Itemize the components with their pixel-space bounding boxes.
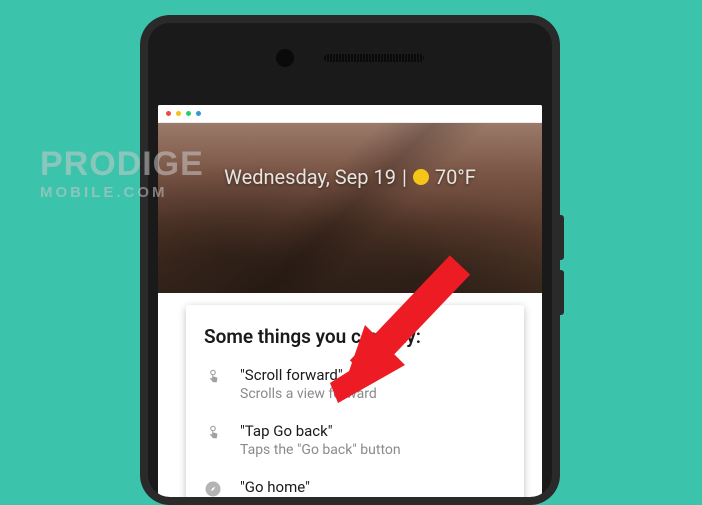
volume-down-button[interactable] (559, 270, 564, 315)
date-weather-widget[interactable]: Wednesday, Sep 19 | 70°F (158, 165, 542, 189)
command-row[interactable]: "Go home"Goes to the home screen (204, 478, 506, 497)
earpiece-speaker (324, 54, 424, 62)
date-text: Wednesday, Sep 19 (224, 165, 396, 189)
phone-screen: Wednesday, Sep 19 | 70°F Some things you… (158, 105, 542, 497)
command-text: "Tap Go back" Taps the "Go back" button (240, 422, 506, 458)
separator: | (402, 165, 407, 189)
command-title: "Go home" (240, 478, 506, 496)
command-text: "Scroll forward" Scrolls a view forward (240, 366, 506, 402)
home-wallpaper: Wednesday, Sep 19 | 70°F (158, 123, 542, 293)
maximize-dot-icon (186, 111, 191, 116)
command-desc: Taps the "Go back" button (240, 442, 506, 458)
command-row[interactable]: "Scroll forward" Scrolls a view forward (204, 366, 506, 402)
phone-top-hardware (148, 23, 552, 93)
tap-icon (204, 368, 222, 386)
minimize-dot-icon (176, 111, 181, 116)
sun-icon (413, 169, 429, 185)
command-desc: Scrolls a view forward (240, 386, 506, 402)
compass-icon (204, 480, 222, 497)
temperature-text: 70°F (435, 165, 476, 189)
card-title: Some things you can say: (204, 325, 506, 348)
voice-suggestions-card: Some things you can say: "Scroll forward… (186, 305, 524, 497)
tap-icon (204, 424, 222, 442)
volume-up-button[interactable] (559, 215, 564, 260)
command-text: "Go home"Goes to the home screen (240, 478, 506, 497)
command-title: "Tap Go back" (240, 422, 506, 440)
close-dot-icon (166, 111, 171, 116)
phone-frame: Wednesday, Sep 19 | 70°F Some things you… (140, 15, 560, 505)
command-row[interactable]: "Tap Go back" Taps the "Go back" button (204, 422, 506, 458)
command-title: "Scroll forward" (240, 366, 506, 384)
window-traffic-lights (158, 105, 542, 123)
phone-bezel: Wednesday, Sep 19 | 70°F Some things you… (148, 23, 552, 497)
extra-dot-icon (196, 111, 201, 116)
front-camera (276, 49, 294, 67)
